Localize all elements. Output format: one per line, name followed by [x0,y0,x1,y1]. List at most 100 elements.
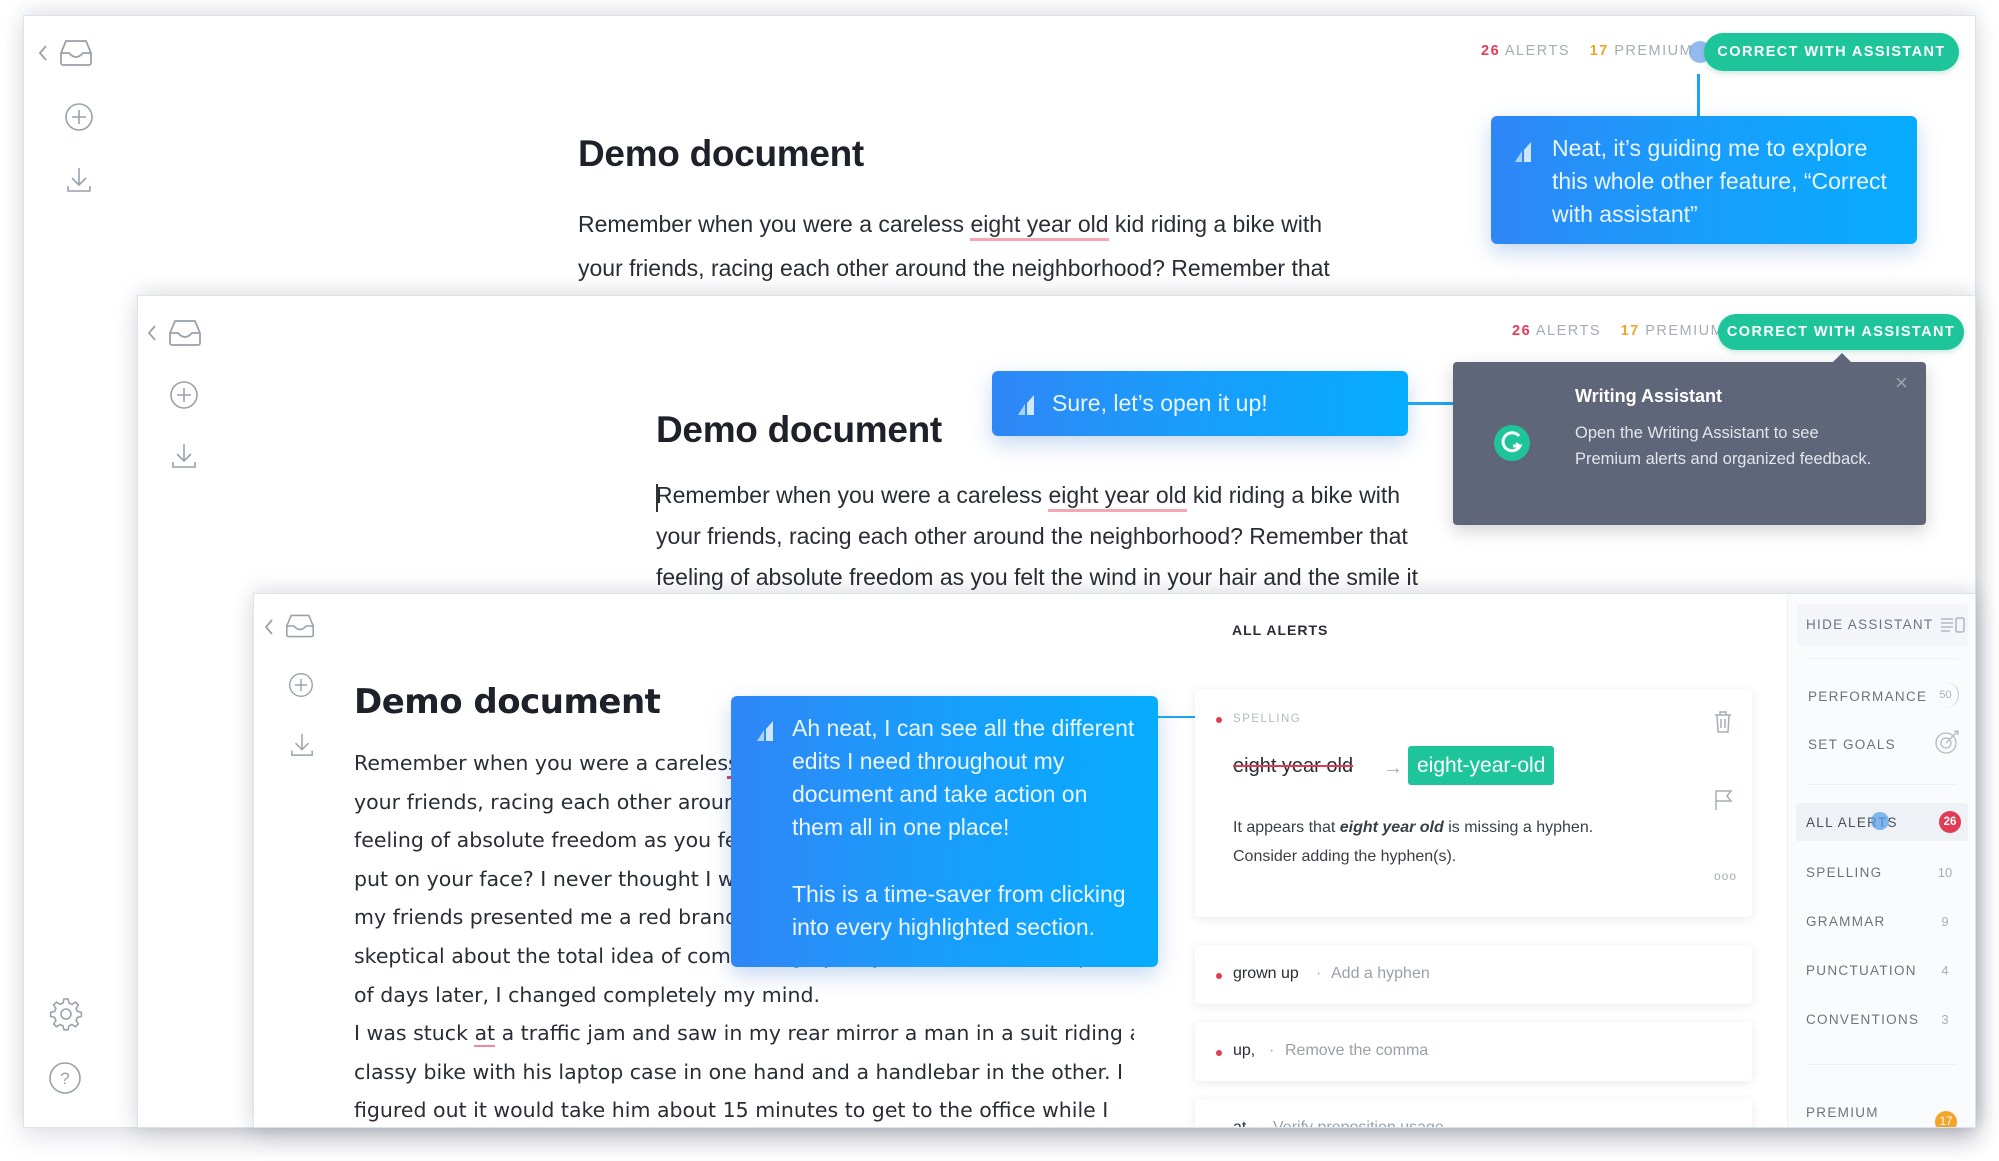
correct-with-assistant-button[interactable]: CORRECT WITH ASSISTANT [1718,314,1964,350]
popup-body: Open the Writing Assistant to see Premiu… [1575,424,1872,468]
hide-assistant-button[interactable]: HIDE ASSISTANT [1798,604,1968,646]
alert-explanation-line2: Consider adding the hyphen(s). [1233,848,1457,865]
misspelled-phrase[interactable]: eight year old [1048,482,1187,512]
commentary-bubble-2: Sure, let’s open it up! [992,371,1408,436]
document-title[interactable]: Demo document [578,133,864,175]
alerts-panel-title: ALL ALERTS [1232,622,1329,638]
download-icon[interactable] [66,166,92,194]
sidebar-item-all-alerts[interactable]: ALL ALERTS 26 [1796,803,1968,841]
expanded-alert-card[interactable]: SPELLING eight year old → eight-year-old… [1195,689,1752,917]
bubble-text: Neat, it’s guiding me to explore this wh… [1552,135,1887,227]
add-document-icon[interactable] [288,672,314,698]
premium-count: 17 [1589,43,1609,59]
premium-alerts-badge: 17 [1935,1111,1957,1127]
sidebar-item-conventions[interactable]: CONVENTIONS [1806,1012,1919,1027]
collapsed-alert-card[interactable]: at · Verify preposition usage [1195,1099,1752,1128]
back-chevron-icon[interactable] [146,323,158,343]
bubble-text: Sure, let’s open it up! [1052,390,1268,416]
bubble-logo-icon [755,718,775,751]
bubble-text: Ah neat, I can see all the different edi… [792,715,1135,840]
original-text: eight year old [1233,755,1354,777]
text-run: kid riding a bike with [1186,482,1401,508]
inbox-icon[interactable] [59,39,93,67]
document-line: classy bike with his laptop case in one … [354,1059,1124,1084]
document-title[interactable]: Demo document [354,682,661,722]
settings-gear-icon[interactable] [48,996,84,1032]
alert-stats[interactable]: 26 ALERTS 17 PREMIUM [1512,323,1724,339]
document-line: of days later, I changed completely my m… [354,982,820,1007]
collapsed-alert-card[interactable]: up, · Remove the comma [1195,1022,1752,1081]
suggestion-chip[interactable]: eight-year-old [1408,746,1555,785]
help-icon[interactable]: ? [48,1061,82,1095]
alerts-count: 26 [1512,323,1532,339]
text-run: Remember when you were a careless [578,211,971,237]
sidebar-item-punctuation[interactable]: PUNCTUATION [1806,963,1917,978]
more-options-icon[interactable]: ooo [1714,869,1737,883]
alert-stats[interactable]: 26 ALERTS 17 PREMIUM [1481,43,1693,59]
alert-dot [1216,1127,1222,1128]
spelling-count: 10 [1937,865,1953,880]
correct-with-assistant-button[interactable]: CORRECT WITH ASSISTANT [1704,33,1959,71]
punctuation-count: 4 [1941,963,1949,978]
download-icon[interactable] [290,732,314,758]
alert-category: SPELLING [1233,713,1302,725]
misspelled-phrase[interactable]: eight year old [970,211,1109,241]
document-line[interactable]: Remember when you were a careless eight … [656,482,1401,512]
divider [1808,1064,1958,1065]
sidebar-item-premium-alerts[interactable]: PREMIUM ALERTS [1806,1101,1916,1127]
popup-title: Writing Assistant [1575,386,1723,406]
text-run: It appears that [1233,819,1340,836]
document-title[interactable]: Demo document [656,409,942,451]
hide-assistant-label: HIDE ASSISTANT [1806,617,1934,632]
trash-icon[interactable] [1713,710,1733,739]
add-document-icon[interactable] [64,102,94,132]
inbox-icon[interactable] [168,319,202,347]
grammar-count: 9 [1941,914,1949,929]
alerts-count: 26 [1481,43,1501,59]
alert-word: at [1233,1119,1247,1128]
bubble-connector [1697,74,1700,116]
commentary-bubble-3: Ah neat, I can see all the different edi… [731,696,1158,967]
document-line[interactable]: your friends, racing each other around t… [578,255,1330,282]
document-line: I was stuck at a traffic jam and saw in … [354,1014,1134,1053]
text-run: a traffic jam and saw in my rear mirror … [495,1021,1134,1046]
bubble-logo-icon [1513,139,1533,172]
hide-panel-icon [1940,617,1966,638]
grammarly-logo-icon [1494,425,1530,466]
alert-dot [1216,717,1222,723]
flagged-word[interactable]: at [474,1021,496,1048]
premium-count: 17 [1620,323,1640,339]
arrow-right-icon: → [1383,757,1403,779]
flag-icon[interactable] [1714,789,1734,816]
download-icon[interactable] [171,442,197,470]
document-line[interactable]: Remember when you were a careless eight … [578,211,1323,241]
document-line[interactable]: feeling of absolute freedom as you felt … [656,564,1418,591]
cursor-indicator [1871,812,1889,830]
back-chevron-icon[interactable] [37,43,49,63]
alert-explanation: It appears that eight year old is missin… [1233,819,1593,837]
set-goals-label[interactable]: SET GOALS [1808,737,1896,752]
collapsed-alert-card[interactable]: grown up · Add a hyphen [1195,945,1752,1004]
alert-dot [1216,973,1222,979]
assistant-sidebar: HIDE ASSISTANT PERFORMANCE 50 SET GOALS … [1787,594,1975,1127]
alerts-label: ALERTS [1504,43,1571,59]
premium-label: PREMIUM [1614,43,1694,59]
document-line[interactable]: your friends, racing each other around t… [656,523,1408,550]
performance-label[interactable]: PERFORMANCE [1808,689,1927,704]
commentary-bubble-1: Neat, it’s guiding me to explore this wh… [1491,116,1917,244]
inbox-icon[interactable] [285,613,315,639]
alerts-label: ALERTS [1535,323,1602,339]
add-document-icon[interactable] [169,380,199,410]
all-alerts-badge: 26 [1939,811,1961,833]
back-chevron-icon[interactable] [263,617,275,637]
close-icon[interactable]: × [1895,370,1908,396]
separator-dot: · [1316,965,1322,982]
target-goal-icon[interactable] [1933,728,1961,761]
alert-dot [1216,1050,1222,1056]
sidebar-item-grammar[interactable]: GRAMMAR [1806,914,1886,929]
sidebar-item-spelling[interactable]: SPELLING [1806,865,1882,880]
performance-score[interactable]: 50 [1933,682,1959,708]
bubble-text: This is a time-saver from clicking into … [792,881,1126,940]
text-run: kid riding a bike with [1108,211,1323,237]
bubble-connector [1408,402,1453,405]
